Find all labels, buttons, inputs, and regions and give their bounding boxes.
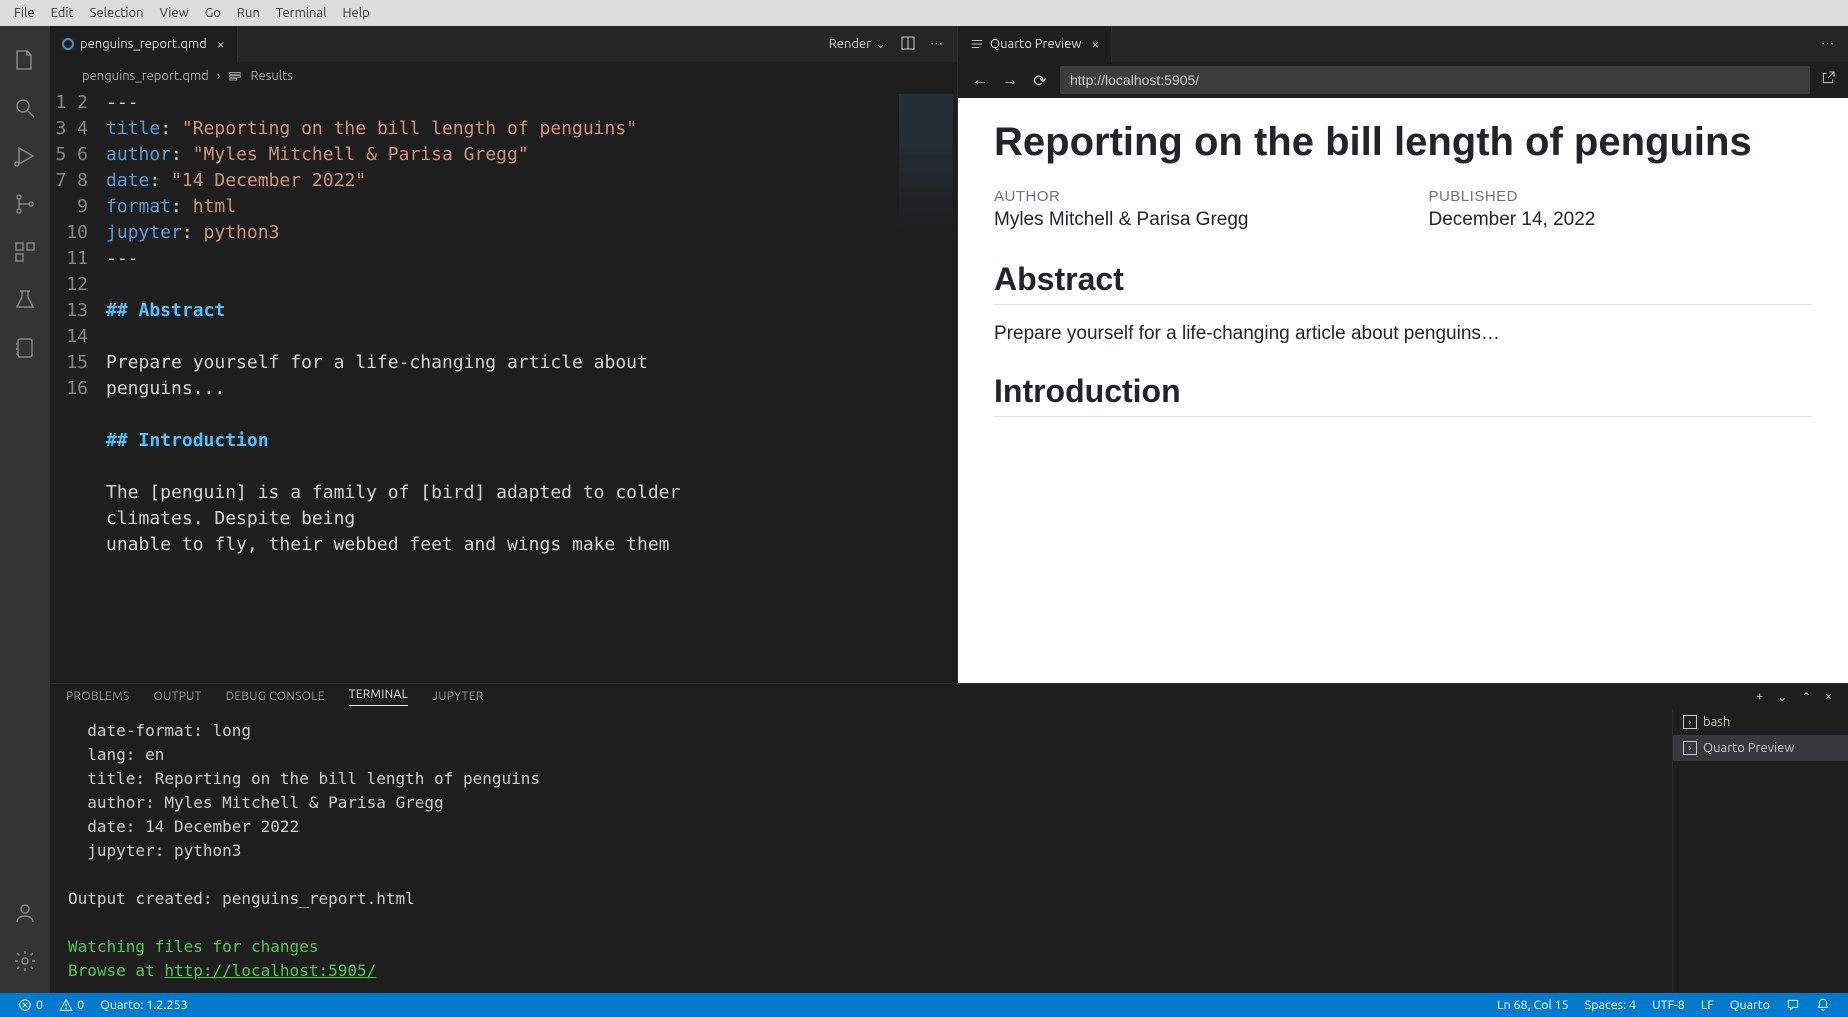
terminal-output[interactable]: date-format: long lang: en title: Report…: [50, 709, 1672, 993]
published-label: PUBLISHED: [1428, 188, 1595, 205]
status-spaces[interactable]: Spaces: 4: [1577, 998, 1644, 1012]
forward-icon[interactable]: →: [1000, 71, 1020, 90]
main-area: penguins_report.qmd × Render ⌄ ⋯: [0, 26, 1848, 993]
render-label: Render: [829, 37, 871, 51]
menubar: File Edit Selection View Go Run Terminal…: [0, 0, 1848, 26]
preview-title: Reporting on the bill length of penguins: [994, 118, 1812, 166]
terminal-item-label: bash: [1703, 715, 1730, 729]
terminal-item-quarto[interactable]: › Quarto Preview: [1673, 735, 1848, 761]
bottom-panel: PROBLEMS OUTPUT DEBUG CONSOLE TERMINAL J…: [50, 683, 1848, 993]
tab-jupyter[interactable]: JUPYTER: [432, 690, 484, 703]
menu-terminal[interactable]: Terminal: [268, 6, 335, 20]
close-tab-icon[interactable]: ×: [217, 36, 225, 52]
menu-edit[interactable]: Edit: [43, 6, 82, 20]
breadcrumb[interactable]: penguins_report.qmd › Results: [50, 62, 957, 90]
line-gutter: 1 2 3 4 5 6 7 8 9 10 11 12 13 14 15 16: [50, 90, 106, 683]
preview-tab-actions: ⋯: [1821, 37, 1848, 52]
terminal-list: › bash › Quarto Preview: [1672, 709, 1848, 993]
status-encoding[interactable]: UTF-8: [1644, 998, 1693, 1012]
preview-toolbar: ← → ⟳: [958, 62, 1848, 98]
editor-tab-actions: Render ⌄ ⋯: [829, 35, 957, 54]
notebook-icon[interactable]: [1, 324, 49, 372]
editor-tab[interactable]: penguins_report.qmd ×: [50, 26, 238, 62]
preview-tab-label: Quarto Preview: [990, 37, 1081, 51]
code-content[interactable]: --- title: "Reporting on the bill length…: [106, 90, 957, 683]
status-bell-icon[interactable]: [1808, 998, 1838, 1012]
chevron-down-icon: ⌄: [875, 37, 886, 52]
code-editor[interactable]: 1 2 3 4 5 6 7 8 9 10 11 12 13 14 15 16 -…: [50, 90, 957, 683]
content-column: penguins_report.qmd × Render ⌄ ⋯: [50, 26, 1848, 993]
author-value: Myles Mitchell & Parisa Gregg: [994, 209, 1248, 231]
status-warnings[interactable]: 0: [51, 998, 92, 1012]
terminal-item-bash[interactable]: › bash: [1673, 709, 1848, 735]
back-icon[interactable]: ←: [970, 71, 990, 90]
terminal-shell-icon: ›: [1683, 715, 1697, 729]
run-debug-icon[interactable]: [1, 132, 49, 180]
quarto-file-icon: [62, 38, 74, 50]
preview-icon: [970, 37, 984, 51]
editors-row: penguins_report.qmd × Render ⌄ ⋯: [50, 26, 1848, 683]
maximize-panel-icon[interactable]: ⌃: [1801, 690, 1811, 704]
status-feedback-icon[interactable]: [1778, 998, 1808, 1012]
url-input[interactable]: [1060, 66, 1810, 94]
menu-help[interactable]: Help: [334, 6, 377, 20]
menu-go[interactable]: Go: [197, 6, 229, 20]
reload-icon[interactable]: ⟳: [1030, 71, 1050, 90]
minimap[interactable]: [899, 94, 953, 234]
editor-tab-bar: penguins_report.qmd × Render ⌄ ⋯: [50, 26, 957, 62]
menu-selection[interactable]: Selection: [82, 6, 152, 20]
editor-right: Quarto Preview × ⋯ ← → ⟳: [958, 26, 1848, 683]
intro-heading: Introduction: [994, 373, 1812, 417]
testing-icon[interactable]: [1, 276, 49, 324]
menu-view[interactable]: View: [152, 6, 197, 20]
source-control-icon[interactable]: [1, 180, 49, 228]
tab-debug-console[interactable]: DEBUG CONSOLE: [226, 690, 325, 703]
panel-body: date-format: long lang: en title: Report…: [50, 709, 1848, 993]
abstract-heading: Abstract: [994, 261, 1812, 305]
extensions-icon[interactable]: [1, 228, 49, 276]
tab-output[interactable]: OUTPUT: [154, 690, 202, 703]
menu-run[interactable]: Run: [229, 6, 268, 20]
close-tab-icon[interactable]: ×: [1091, 36, 1099, 52]
chevron-right-icon: ›: [217, 69, 221, 83]
quarto-file-icon: [64, 71, 74, 81]
preview-body[interactable]: Reporting on the bill length of penguins…: [958, 98, 1848, 683]
status-lncol[interactable]: Ln 68, Col 15: [1489, 998, 1577, 1012]
panel-tabs: PROBLEMS OUTPUT DEBUG CONSOLE TERMINAL J…: [50, 684, 1848, 709]
terminal-dropdown-icon[interactable]: ⌄: [1777, 690, 1787, 704]
tab-problems[interactable]: PROBLEMS: [66, 690, 130, 703]
menu-file[interactable]: File: [6, 6, 43, 20]
close-panel-icon[interactable]: ×: [1825, 690, 1832, 704]
render-button[interactable]: Render ⌄: [829, 37, 886, 52]
status-eol[interactable]: LF: [1693, 998, 1722, 1012]
breadcrumb-symbol[interactable]: Results: [250, 69, 292, 83]
tab-terminal[interactable]: TERMINAL: [349, 688, 408, 706]
settings-gear-icon[interactable]: [1, 937, 49, 985]
explorer-icon[interactable]: [1, 36, 49, 84]
editor-tab-label: penguins_report.qmd: [80, 37, 207, 51]
accounts-icon[interactable]: [1, 889, 49, 937]
abstract-text: Prepare yourself for a life-changing art…: [994, 323, 1812, 345]
preview-tab-bar: Quarto Preview × ⋯: [958, 26, 1848, 62]
terminal-item-label: Quarto Preview: [1703, 741, 1794, 755]
status-language[interactable]: Quarto: [1722, 998, 1778, 1012]
status-errors[interactable]: 0: [10, 998, 51, 1012]
search-icon[interactable]: [1, 84, 49, 132]
more-actions-icon[interactable]: ⋯: [930, 37, 943, 52]
preview-meta: AUTHOR Myles Mitchell & Parisa Gregg PUB…: [994, 188, 1812, 231]
statusbar: 0 0 Quarto: 1.2.253 Ln 68, Col 15 Spaces…: [0, 993, 1848, 1017]
published-value: December 14, 2022: [1428, 209, 1595, 231]
symbol-icon: [228, 69, 242, 83]
activity-bar: [0, 26, 50, 993]
terminal-shell-icon: ›: [1683, 741, 1697, 755]
split-editor-icon[interactable]: [900, 35, 916, 54]
new-terminal-icon[interactable]: +: [1756, 690, 1763, 704]
open-external-icon[interactable]: [1820, 70, 1836, 90]
preview-tab[interactable]: Quarto Preview ×: [958, 26, 1112, 62]
author-label: AUTHOR: [994, 188, 1248, 205]
breadcrumb-file[interactable]: penguins_report.qmd: [82, 69, 209, 83]
editor-left: penguins_report.qmd × Render ⌄ ⋯: [50, 26, 958, 683]
more-actions-icon[interactable]: ⋯: [1821, 37, 1834, 52]
status-quarto-version[interactable]: Quarto: 1.2.253: [92, 998, 196, 1012]
